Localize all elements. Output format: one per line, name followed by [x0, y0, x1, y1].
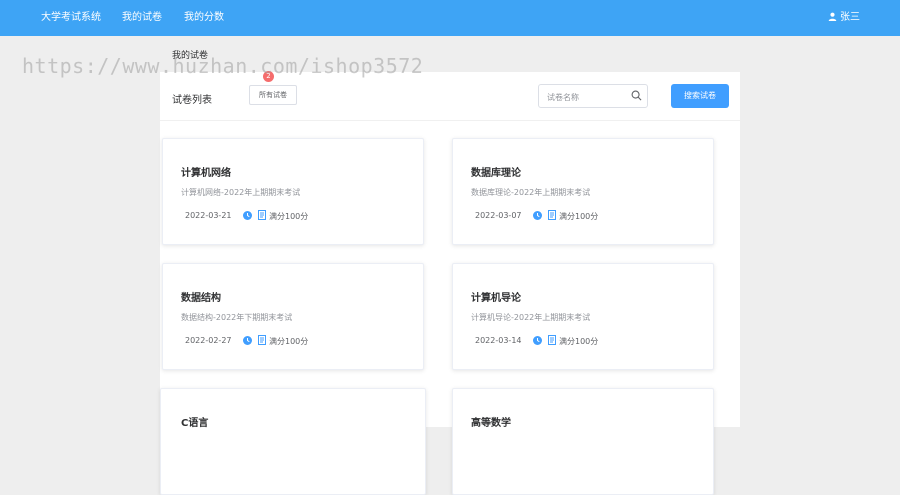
exam-card[interactable]: 计算机导论 计算机导论-2022年上期期末考试 2022-03-14 满分100… [452, 263, 714, 370]
exam-card[interactable]: 数据库理论 数据库理论-2022年上期期末考试 2022-03-07 满分100… [452, 138, 714, 245]
exam-list-header: 试卷列表 所有试卷 搜索试卷 [160, 72, 740, 121]
exam-title: 数据库理论 [471, 168, 521, 179]
exam-date: 2022-02-27 [185, 336, 232, 345]
exam-card[interactable]: 数据结构 数据结构-2022年下期期末考试 2022-02-27 满分100分 [162, 263, 424, 370]
exam-search-input[interactable] [545, 87, 631, 107]
exam-date: 2022-03-21 [185, 211, 232, 220]
exam-description: 数据结构-2022年下期期末考试 [181, 313, 293, 322]
clock-icon [243, 211, 252, 220]
document-icon [548, 210, 556, 220]
exam-full-score: 满分100分 [269, 337, 309, 346]
document-icon [258, 335, 266, 345]
clock-icon [533, 211, 542, 220]
nav-my-exams[interactable]: 我的试卷 [122, 0, 162, 36]
exam-list-panel: 试卷列表 所有试卷 搜索试卷 计算机网络 计算机网络-2022年上期期末考试 2… [160, 72, 740, 495]
exam-description: 数据库理论-2022年上期期末考试 [471, 188, 591, 197]
exam-title: 计算机网络 [181, 168, 231, 179]
exam-date: 2022-03-07 [475, 211, 522, 220]
breadcrumb: 我的试卷 [172, 51, 209, 61]
exam-card[interactable]: 高等数学 [452, 388, 714, 495]
search-exam-button[interactable]: 搜索试卷 [671, 84, 729, 108]
exam-full-score: 满分100分 [559, 212, 599, 221]
exam-card[interactable]: C语言 [160, 388, 426, 495]
document-icon [548, 335, 556, 345]
document-icon [258, 210, 266, 220]
exam-description: 计算机导论-2022年上期期末考试 [471, 313, 591, 322]
exam-card[interactable]: 计算机网络 计算机网络-2022年上期期末考试 2022-03-21 满分100… [162, 138, 424, 245]
search-icon[interactable] [631, 90, 642, 101]
top-nav-bar: 大学考试系统 我的试卷 我的分数 张三 [0, 0, 900, 36]
exam-description: 计算机网络-2022年上期期末考试 [181, 188, 301, 197]
exam-full-score: 满分100分 [559, 337, 599, 346]
exam-list-title: 试卷列表 [172, 95, 212, 106]
exam-date: 2022-03-14 [475, 336, 522, 345]
search-box [538, 84, 648, 108]
nav-my-scores[interactable]: 我的分数 [184, 0, 224, 36]
clock-icon [243, 336, 252, 345]
filter-all-exams-button[interactable]: 所有试卷 [249, 85, 297, 105]
user-icon [828, 12, 837, 21]
exam-title: 数据结构 [181, 293, 221, 304]
exam-title: 计算机导论 [471, 293, 521, 304]
nav-system-title[interactable]: 大学考试系统 [41, 0, 101, 36]
notification-badge: 2 [263, 71, 274, 82]
exam-full-score: 满分100分 [269, 212, 309, 221]
clock-icon [533, 336, 542, 345]
user-name: 张三 [840, 12, 860, 23]
user-menu[interactable]: 张三 [828, 0, 860, 36]
